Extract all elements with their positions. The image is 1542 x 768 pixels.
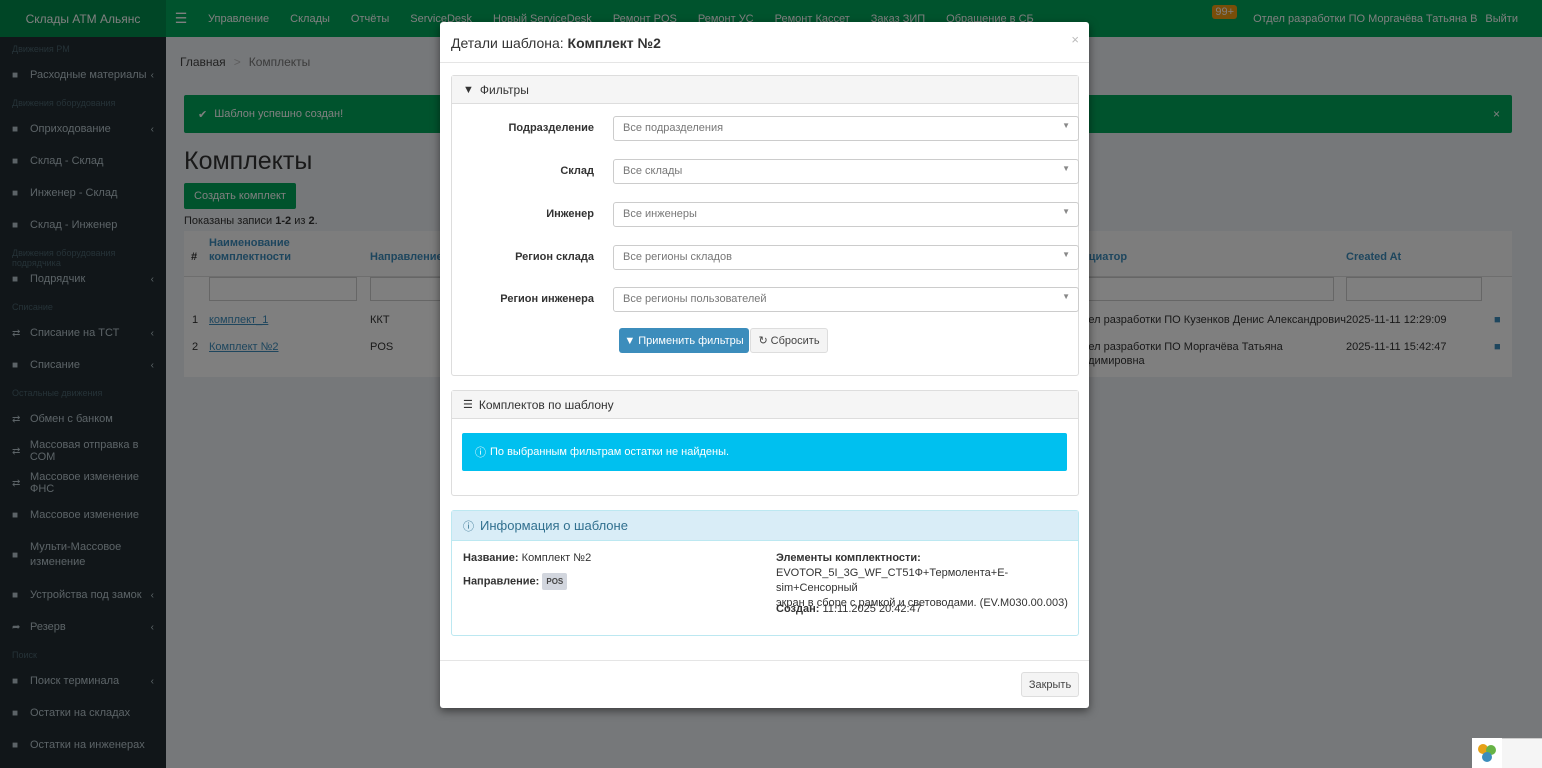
filter-label: Инженер	[546, 208, 594, 220]
select-placeholder: Все подразделения	[623, 122, 724, 134]
division-select[interactable]: Все подразделения ▼	[613, 116, 1079, 141]
name-value: Комплект №2	[521, 552, 592, 564]
select-placeholder: Все склады	[623, 165, 683, 177]
name-label: Название:	[463, 552, 519, 564]
no-results-alert: ⓘ По выбранным фильтрам остатки не найден…	[462, 433, 1067, 471]
modal-title-name: Комплект №2	[567, 35, 661, 51]
apply-filters-button[interactable]: ▼ Применить фильтры	[619, 328, 749, 353]
caret-down-icon: ▼	[1062, 164, 1070, 173]
caret-down-icon: ▼	[1062, 292, 1070, 301]
filter-label: Подразделение	[508, 122, 595, 134]
filter-label: Склад	[560, 165, 594, 177]
filters-heading-text: Фильтры	[479, 82, 529, 97]
elements-value-1: EVOTOR_5I_3G_WF_CT51Ф+Термолента+E-sim+С…	[776, 567, 1009, 594]
modal-footer-divider	[440, 660, 1089, 661]
created-label: Создан:	[776, 603, 820, 615]
reset-filters-button[interactable]: ↻ Сбросить	[750, 328, 828, 353]
refresh-icon: ↻	[758, 335, 768, 347]
direction-label: Направление:	[463, 575, 540, 588]
info-panel-heading: ⓘ Информация о шаблоне	[452, 511, 1078, 541]
apply-filters-label: Применить фильтры	[638, 334, 744, 347]
created-value: 11.11.2025 20:42:47	[822, 603, 922, 615]
filter-row-warehouse-region: Регион склада Все регионы складов ▼	[452, 245, 1080, 271]
filter-icon: ▼	[463, 83, 474, 96]
filter-label: Регион склада	[515, 251, 594, 263]
template-name: Название: Комплект №2	[463, 551, 591, 566]
filter-row-warehouse: Склад Все склады ▼	[452, 159, 1080, 185]
close-modal-button[interactable]: Закрыть	[1021, 672, 1079, 697]
warehouse-region-select[interactable]: Все регионы складов ▼	[613, 245, 1079, 270]
list-icon: ☰	[463, 399, 473, 411]
template-direction: Направление: POS	[463, 573, 568, 590]
select-placeholder: Все регионы складов	[623, 251, 732, 263]
info-heading-text: Информация о шаблоне	[480, 518, 628, 533]
select-placeholder: Все инженеры	[623, 208, 697, 220]
select-placeholder: Все регионы пользователей	[623, 293, 767, 305]
elements-label: Элементы комплектности:	[776, 552, 921, 564]
filter-icon: ▼	[624, 334, 636, 347]
filter-label: Регион инженера	[500, 293, 594, 305]
modal-title: Детали шаблона: Комплект №2	[451, 35, 661, 51]
modal-close-icon[interactable]: ×	[1071, 32, 1079, 47]
info-circle-icon: ⓘ	[463, 520, 474, 533]
yii-logo-svg	[1478, 744, 1496, 762]
modal-header-divider	[440, 62, 1089, 63]
template-details-modal: Детали шаблона: Комплект №2 × ▼ Фильтры П…	[440, 22, 1089, 708]
info-circle-icon: ⓘ	[475, 447, 486, 459]
kits-panel: ☰ Комплектов по шаблону ⓘ По выбранным фил…	[451, 390, 1079, 496]
engineer-select[interactable]: Все инженеры ▼	[613, 202, 1079, 227]
no-results-text: По выбранным фильтрам остатки не найдены…	[490, 446, 730, 458]
filters-panel-heading: ▼ Фильтры	[452, 76, 1078, 104]
warehouse-select[interactable]: Все склады ▼	[613, 159, 1079, 184]
caret-down-icon: ▼	[1062, 121, 1070, 130]
reset-filters-label: Сбросить	[770, 334, 820, 347]
filter-row-engineer-region: Регион инженера Все регионы пользователе…	[452, 287, 1080, 313]
template-created: Создан: 11.11.2025 20:42:47	[776, 602, 922, 617]
kits-panel-heading: ☰ Комплектов по шаблону	[452, 391, 1078, 419]
modal-title-prefix: Детали шаблона:	[451, 35, 564, 51]
kits-heading-text: Комплектов по шаблону	[478, 397, 614, 412]
caret-down-icon: ▼	[1062, 250, 1070, 259]
template-info-panel: ⓘ Информация о шаблоне Название: Комплект…	[451, 510, 1079, 636]
filter-row-engineer: Инженер Все инженеры ▼	[452, 202, 1080, 228]
caret-down-icon: ▼	[1062, 207, 1070, 216]
engineer-region-select[interactable]: Все регионы пользователей ▼	[613, 287, 1079, 312]
filters-panel: ▼ Фильтры Подразделение Все подразделения…	[451, 75, 1079, 376]
direction-badge: POS	[542, 573, 568, 590]
yii-logo-icon[interactable]	[1472, 738, 1502, 768]
filter-row-division: Подразделение Все подразделения ▼	[452, 116, 1080, 142]
